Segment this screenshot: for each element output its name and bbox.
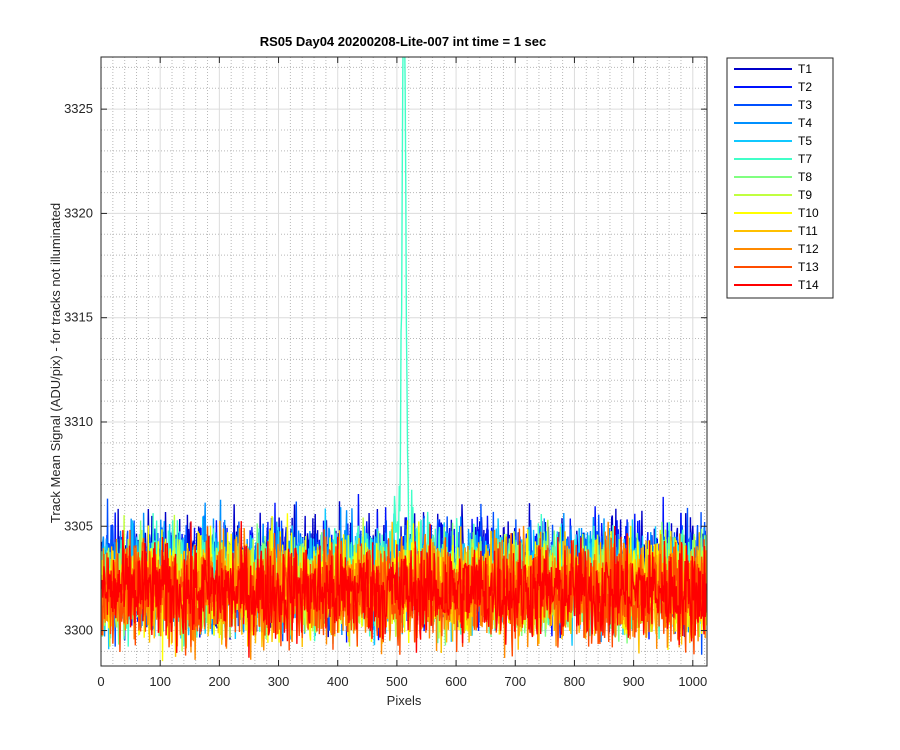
x-tick-label: 0 [97, 674, 104, 689]
y-tick-label: 3320 [64, 205, 93, 220]
legend-label-t10: T10 [798, 206, 819, 220]
line-chart: RS05 Day04 20200208-Lite-007 int time = … [48, 34, 834, 708]
legend-label-t12: T12 [798, 242, 819, 256]
y-tick-label: 3310 [64, 414, 93, 429]
y-tick-label: 3305 [64, 518, 93, 533]
y-axis-label: Track Mean Signal (ADU/pix) - for tracks… [48, 203, 63, 523]
y-tick-label: 3300 [64, 623, 93, 638]
legend-label-t5: T5 [798, 134, 812, 148]
chart-title: RS05 Day04 20200208-Lite-007 int time = … [260, 34, 547, 49]
legend-label-t1: T1 [798, 62, 812, 76]
legend-label-t13: T13 [798, 260, 819, 274]
legend: T1 T2 T3 T4 T5 T7 T8 T9 T10 T11 T12 T13 T14 [726, 57, 834, 299]
legend-label-t3: T3 [798, 98, 812, 112]
x-tick-label: 200 [209, 674, 231, 689]
y-tick-label: 3325 [64, 101, 93, 116]
y-tick-label: 3315 [64, 310, 93, 325]
x-tick-label: 700 [504, 674, 526, 689]
x-tick-label: 400 [327, 674, 349, 689]
legend-label-t8: T8 [798, 170, 812, 184]
x-tick-label: 800 [564, 674, 586, 689]
x-tick-label: 100 [149, 674, 171, 689]
legend-label-t2: T2 [798, 80, 812, 94]
x-tick-label: 1000 [678, 674, 707, 689]
legend-label-t9: T9 [798, 188, 812, 202]
x-tick-label: 500 [386, 674, 408, 689]
x-tick-label: 900 [623, 674, 645, 689]
x-tick-label: 600 [445, 674, 467, 689]
legend-label-t4: T4 [798, 116, 812, 130]
x-axis-label: Pixels [387, 693, 422, 708]
legend-label-t7: T7 [798, 152, 812, 166]
x-tick-label: 300 [268, 674, 290, 689]
legend-label-t14: T14 [798, 278, 819, 292]
legend-label-t11: T11 [798, 224, 818, 238]
